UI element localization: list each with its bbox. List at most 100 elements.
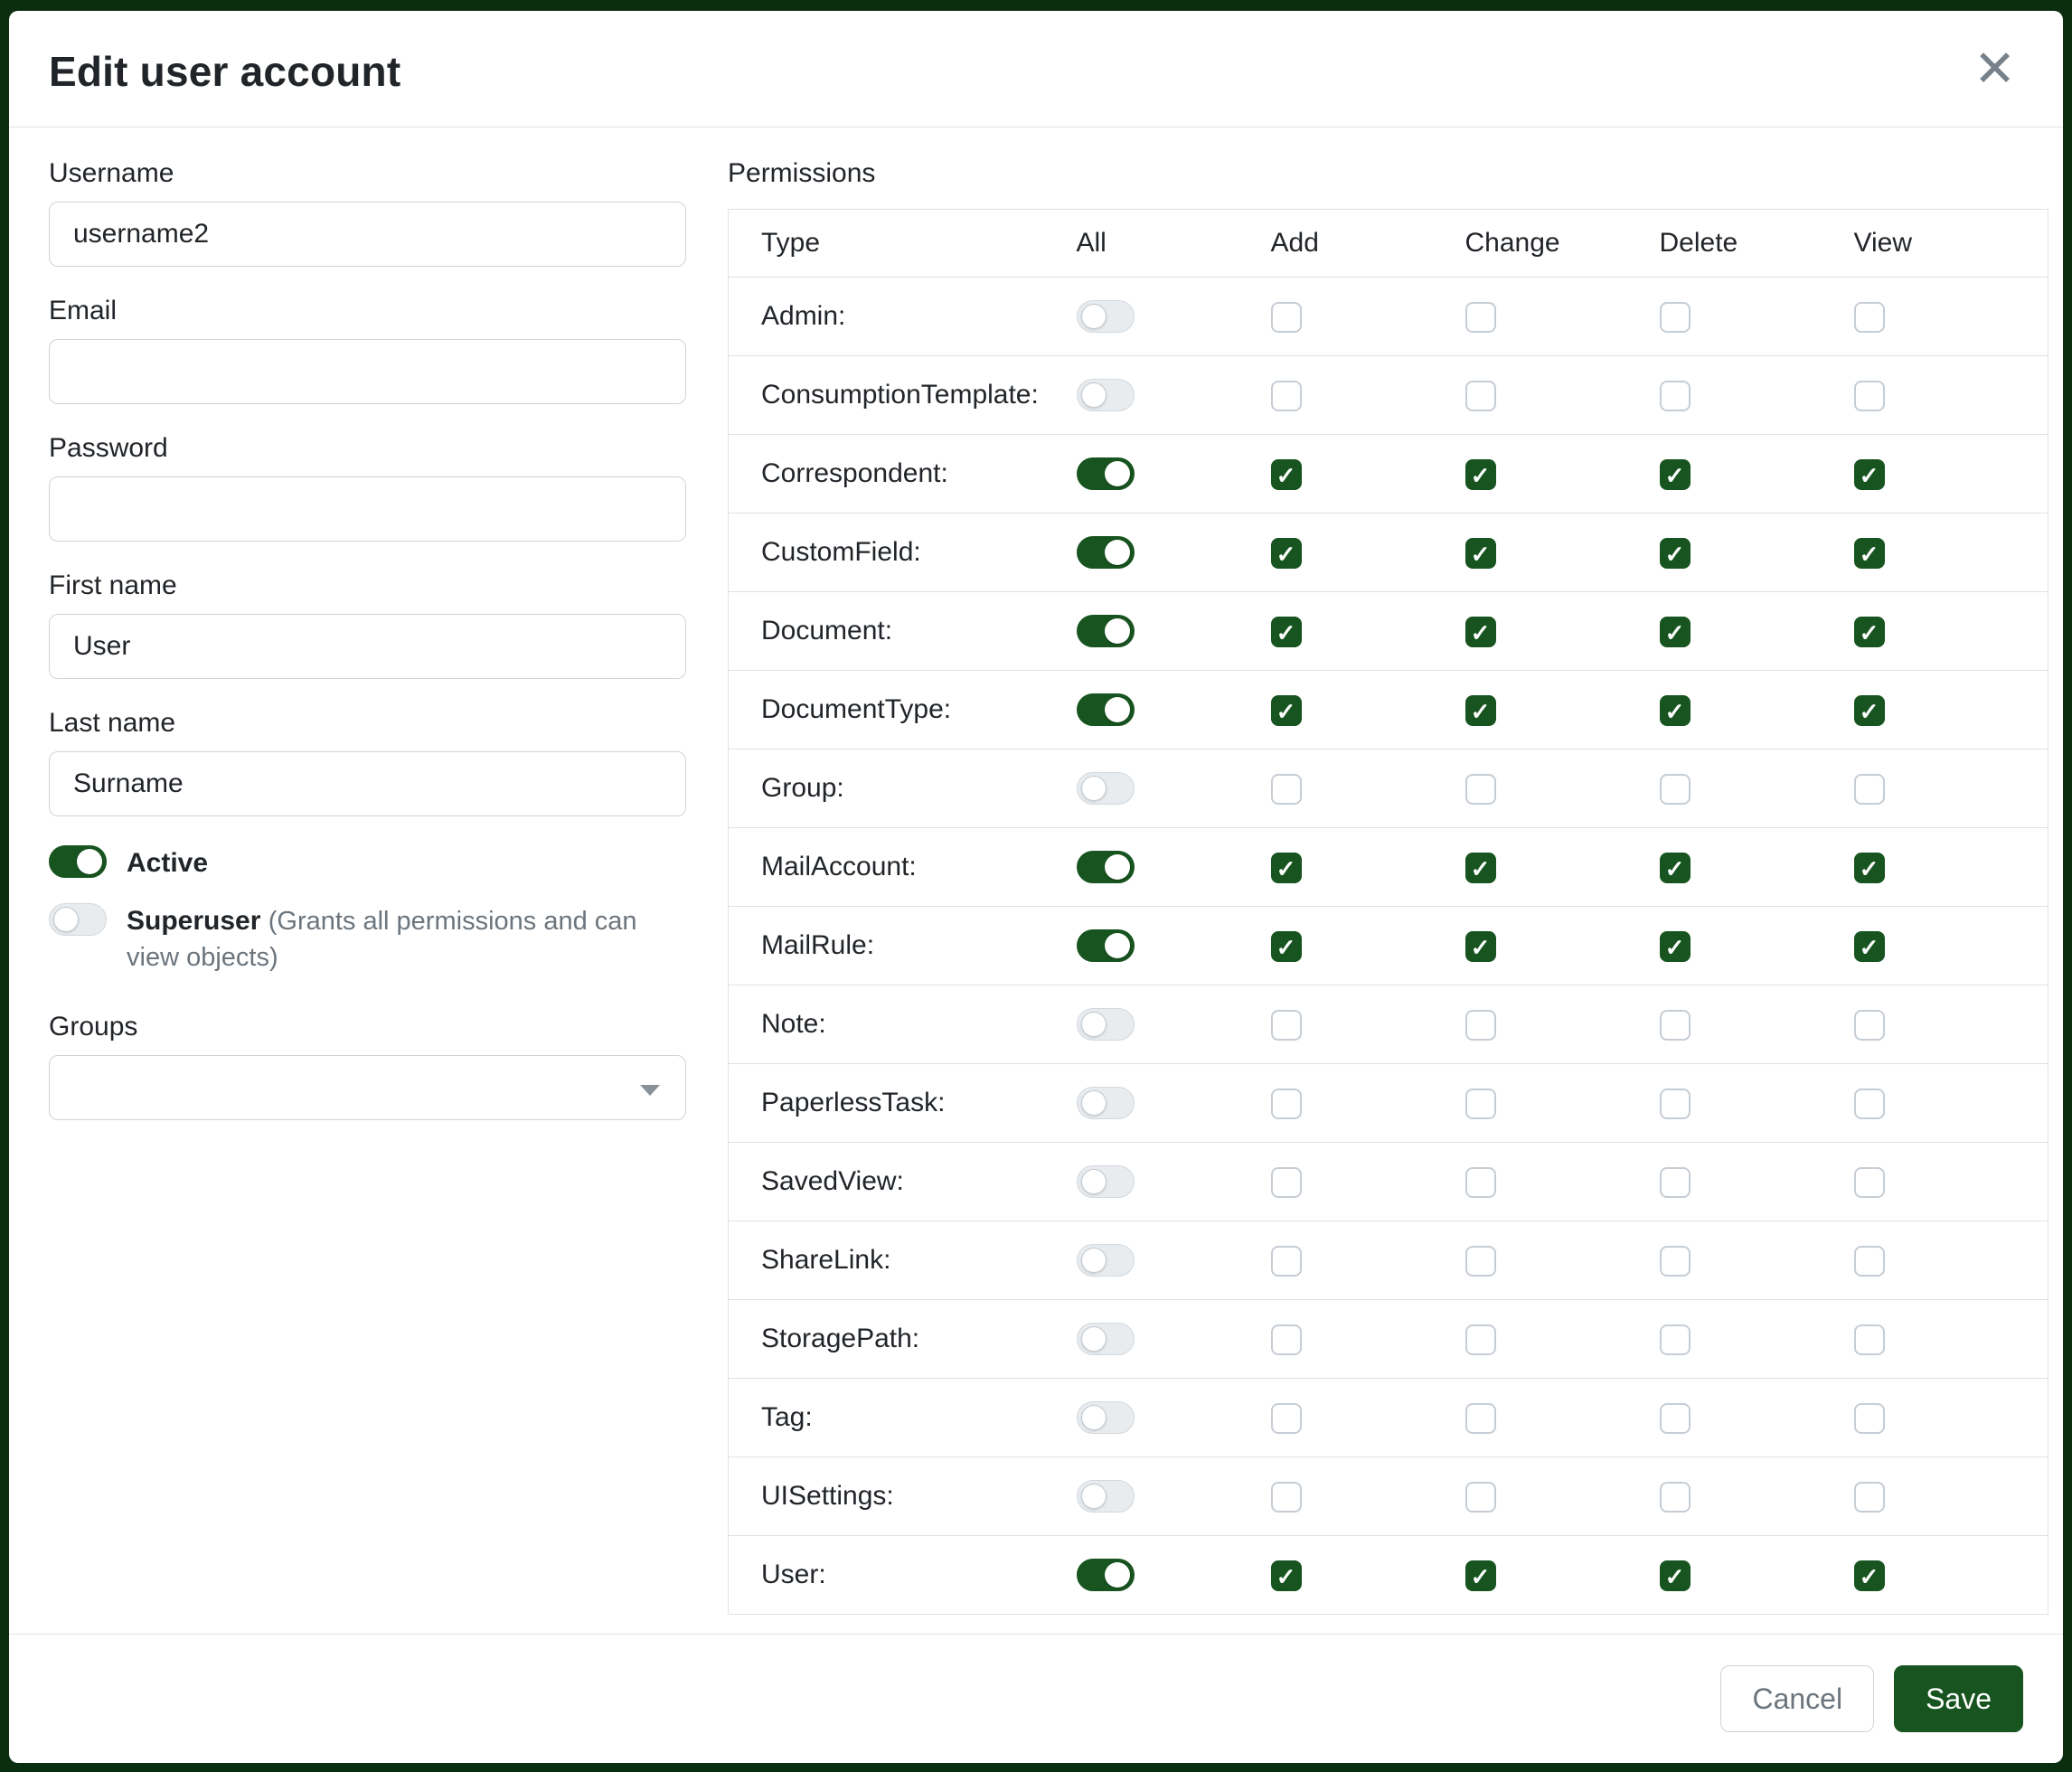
groups-select[interactable] <box>49 1055 686 1120</box>
permission-add-checkbox[interactable]: ✓ <box>1271 853 1302 883</box>
permission-delete-checkbox[interactable]: ✓ <box>1660 853 1691 883</box>
permission-add-checkbox[interactable] <box>1271 1089 1302 1119</box>
permission-add-checkbox[interactable] <box>1271 302 1302 333</box>
permission-add-checkbox[interactable]: ✓ <box>1271 617 1302 647</box>
permission-change-checkbox[interactable] <box>1465 1010 1496 1041</box>
permission-add-checkbox[interactable]: ✓ <box>1271 931 1302 962</box>
permission-delete-checkbox[interactable] <box>1660 1246 1691 1277</box>
permission-change-checkbox[interactable] <box>1465 774 1496 805</box>
permission-view-checkbox[interactable]: ✓ <box>1854 931 1885 962</box>
cancel-button[interactable]: Cancel <box>1720 1665 1874 1732</box>
permission-delete-checkbox[interactable]: ✓ <box>1660 695 1691 726</box>
permission-view-checkbox[interactable]: ✓ <box>1854 459 1885 490</box>
permission-add-checkbox[interactable]: ✓ <box>1271 1560 1302 1591</box>
permission-all-toggle[interactable] <box>1077 693 1135 726</box>
permission-view-checkbox[interactable]: ✓ <box>1854 617 1885 647</box>
permission-view-checkbox[interactable] <box>1854 1324 1885 1355</box>
active-toggle[interactable] <box>49 845 107 878</box>
permission-add-checkbox[interactable] <box>1271 1324 1302 1355</box>
permission-all-toggle[interactable] <box>1077 1480 1135 1513</box>
permission-add-checkbox[interactable]: ✓ <box>1271 538 1302 569</box>
permission-delete-checkbox[interactable] <box>1660 1482 1691 1513</box>
permission-view-checkbox[interactable] <box>1854 381 1885 411</box>
permission-change-checkbox[interactable]: ✓ <box>1465 695 1496 726</box>
permission-all-toggle[interactable] <box>1077 300 1135 333</box>
permission-change-checkbox[interactable]: ✓ <box>1465 931 1496 962</box>
permission-change-checkbox[interactable]: ✓ <box>1465 459 1496 490</box>
permission-all-toggle[interactable] <box>1077 929 1135 962</box>
permission-view-checkbox[interactable]: ✓ <box>1854 1560 1885 1591</box>
permission-all-toggle[interactable] <box>1077 1401 1135 1434</box>
permission-view-checkbox[interactable]: ✓ <box>1854 538 1885 569</box>
permissions-column-header: Type <box>729 210 1077 278</box>
permission-all-toggle[interactable] <box>1077 615 1135 647</box>
email-input[interactable] <box>49 339 686 404</box>
permission-add-checkbox[interactable]: ✓ <box>1271 695 1302 726</box>
permission-add-checkbox[interactable] <box>1271 1403 1302 1434</box>
permission-delete-checkbox[interactable]: ✓ <box>1660 617 1691 647</box>
permission-view-checkbox[interactable] <box>1854 302 1885 333</box>
permission-view-checkbox[interactable]: ✓ <box>1854 853 1885 883</box>
save-button[interactable]: Save <box>1894 1665 2023 1732</box>
permission-add-checkbox[interactable] <box>1271 381 1302 411</box>
permission-all-toggle[interactable] <box>1077 1323 1135 1355</box>
permission-view-checkbox[interactable] <box>1854 1246 1885 1277</box>
permission-all-toggle[interactable] <box>1077 1165 1135 1198</box>
permission-type-label: StoragePath: <box>729 1300 1077 1379</box>
permission-delete-checkbox[interactable] <box>1660 1167 1691 1198</box>
last-name-input[interactable] <box>49 751 686 816</box>
permission-add-checkbox[interactable] <box>1271 1010 1302 1041</box>
permission-all-toggle[interactable] <box>1077 1244 1135 1277</box>
permission-view-checkbox[interactable] <box>1854 1089 1885 1119</box>
permission-all-toggle[interactable] <box>1077 1008 1135 1041</box>
permission-view-checkbox[interactable] <box>1854 1403 1885 1434</box>
permission-delete-checkbox[interactable] <box>1660 381 1691 411</box>
permission-change-checkbox[interactable] <box>1465 302 1496 333</box>
permission-add-checkbox[interactable] <box>1271 1482 1302 1513</box>
permission-change-checkbox[interactable] <box>1465 1089 1496 1119</box>
username-input[interactable] <box>49 202 686 267</box>
permission-change-checkbox[interactable] <box>1465 1324 1496 1355</box>
permission-change-checkbox[interactable]: ✓ <box>1465 1560 1496 1591</box>
permission-delete-checkbox[interactable] <box>1660 774 1691 805</box>
permission-change-checkbox[interactable] <box>1465 1167 1496 1198</box>
permission-delete-checkbox[interactable]: ✓ <box>1660 538 1691 569</box>
permission-add-checkbox[interactable] <box>1271 1246 1302 1277</box>
permission-view-checkbox[interactable] <box>1854 1482 1885 1513</box>
password-input[interactable] <box>49 476 686 542</box>
permission-change-checkbox[interactable] <box>1465 1246 1496 1277</box>
permission-all-toggle[interactable] <box>1077 536 1135 569</box>
permission-all-toggle[interactable] <box>1077 379 1135 411</box>
permission-delete-checkbox[interactable] <box>1660 1403 1691 1434</box>
permission-add-checkbox[interactable] <box>1271 1167 1302 1198</box>
permission-all-toggle[interactable] <box>1077 851 1135 883</box>
permission-change-checkbox[interactable] <box>1465 1482 1496 1513</box>
permission-view-checkbox[interactable] <box>1854 1010 1885 1041</box>
permission-delete-checkbox[interactable]: ✓ <box>1660 931 1691 962</box>
permission-add-checkbox[interactable]: ✓ <box>1271 459 1302 490</box>
permission-add-checkbox[interactable] <box>1271 774 1302 805</box>
last-name-field-group: Last name <box>49 708 686 816</box>
permission-delete-checkbox[interactable] <box>1660 302 1691 333</box>
permission-change-checkbox[interactable] <box>1465 381 1496 411</box>
permission-view-checkbox[interactable] <box>1854 1167 1885 1198</box>
permission-delete-checkbox[interactable] <box>1660 1324 1691 1355</box>
permission-change-checkbox[interactable]: ✓ <box>1465 617 1496 647</box>
superuser-toggle[interactable] <box>49 903 107 936</box>
permission-change-checkbox[interactable] <box>1465 1403 1496 1434</box>
first-name-input[interactable] <box>49 614 686 679</box>
permission-all-toggle[interactable] <box>1077 457 1135 490</box>
permission-change-checkbox[interactable]: ✓ <box>1465 538 1496 569</box>
permission-delete-checkbox[interactable]: ✓ <box>1660 1560 1691 1591</box>
dialog-body: Username Email Password First name Last … <box>9 127 2063 1634</box>
permission-delete-checkbox[interactable]: ✓ <box>1660 459 1691 490</box>
permission-delete-checkbox[interactable] <box>1660 1010 1691 1041</box>
permission-view-checkbox[interactable]: ✓ <box>1854 695 1885 726</box>
permission-all-toggle[interactable] <box>1077 772 1135 805</box>
permission-all-toggle[interactable] <box>1077 1087 1135 1119</box>
permission-all-toggle[interactable] <box>1077 1559 1135 1591</box>
close-icon[interactable]: ✕ <box>1966 47 2023 90</box>
permission-change-checkbox[interactable]: ✓ <box>1465 853 1496 883</box>
permission-view-checkbox[interactable] <box>1854 774 1885 805</box>
permission-delete-checkbox[interactable] <box>1660 1089 1691 1119</box>
